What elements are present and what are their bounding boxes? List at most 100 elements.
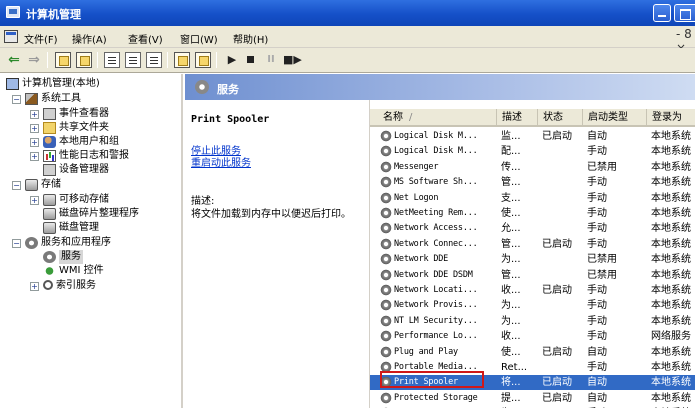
- table-row[interactable]: Network DDE 为... 已禁用 本地系统: [370, 252, 695, 267]
- menu-file[interactable]: 文件(F): [24, 31, 58, 46]
- back-arrow-icon[interactable]: ⇐: [6, 52, 22, 68]
- table-row[interactable]: Logical Disk M... 监... 已启动 自动 本地系统: [370, 129, 695, 144]
- service-gear-icon: [380, 345, 392, 358]
- table-row[interactable]: Messenger 传... 已禁用 本地系统: [370, 160, 695, 175]
- removable-storage-icon: [43, 194, 56, 206]
- restart-service-link[interactable]: 重启动此服务: [191, 154, 251, 169]
- column-header-logon[interactable]: 登录为: [647, 109, 695, 127]
- table-row[interactable]: Logical Disk M... 配... 手动 本地系统: [370, 144, 695, 159]
- service-description-cell: 为...: [501, 315, 521, 327]
- service-startup-type-cell: 已禁用: [587, 254, 617, 266]
- stop-icon[interactable]: [243, 52, 259, 68]
- expand-indexing[interactable]: +: [30, 282, 39, 291]
- tree-node-wmi[interactable]: WMI 控件: [43, 264, 104, 278]
- forward-arrow-icon[interactable]: ⇒: [26, 52, 42, 68]
- table-row[interactable]: Network Provis... 为... 手动 本地系统: [370, 298, 695, 313]
- menu-action[interactable]: 操作(A): [72, 31, 107, 46]
- expand-removable-storage[interactable]: +: [30, 196, 39, 205]
- service-gear-icon: [380, 330, 392, 343]
- tree-node-local-users[interactable]: 本地用户和组: [43, 135, 119, 149]
- tree-node-services-apps[interactable]: 服务和应用程序: [25, 236, 111, 250]
- service-startup-type-cell: 自动: [587, 131, 607, 142]
- service-logon-cell: 本地系统: [651, 146, 691, 158]
- table-row[interactable]: Network Connec... 管... 已启动 手动 本地系统: [370, 237, 695, 252]
- console-icon[interactable]: [4, 30, 18, 43]
- service-description-cell: 使...: [501, 346, 521, 358]
- service-description-cell: 支...: [501, 192, 521, 204]
- tree-node-root[interactable]: 计算机管理(本地): [6, 77, 100, 91]
- pause-icon[interactable]: II: [263, 52, 279, 68]
- list-header: 名称 / 描述 状态 启动类型 登录为: [370, 109, 695, 127]
- service-startup-type-cell: 手动: [587, 300, 607, 312]
- column-header-startup-type[interactable]: 启动类型: [583, 109, 647, 127]
- tree-node-system-tools[interactable]: 系统工具: [25, 92, 81, 106]
- table-row[interactable]: Plug and Play 使... 已启动 自动 本地系统: [370, 345, 695, 360]
- tree-node-removable-storage[interactable]: 可移动存储: [43, 193, 109, 207]
- view-icon[interactable]: [195, 52, 211, 68]
- expand-perf-logs[interactable]: +: [30, 152, 39, 161]
- table-row[interactable]: NetMeeting Rem... 使... 手动 本地系统: [370, 206, 695, 221]
- menu-view[interactable]: 查看(V): [128, 31, 163, 46]
- up-folder-icon[interactable]: [55, 52, 71, 68]
- maximize-button[interactable]: [674, 4, 695, 22]
- table-row[interactable]: Network Locati... 收... 已启动 手动 本地系统: [370, 283, 695, 298]
- expand-event-viewer[interactable]: +: [30, 110, 39, 119]
- properties-icon[interactable]: [104, 52, 120, 68]
- refresh-icon[interactable]: [174, 52, 190, 68]
- tree-node-storage[interactable]: 存储: [25, 178, 61, 192]
- service-name-text: MS Software Sh...: [394, 177, 478, 188]
- service-gear-icon: [380, 145, 392, 158]
- service-status-cell: [542, 221, 582, 236]
- restart-icon[interactable]: ■▶: [283, 52, 302, 68]
- help-icon[interactable]: [146, 52, 162, 68]
- service-name-text: Performance Lo...: [394, 331, 478, 342]
- service-gear-icon: [380, 207, 392, 219]
- column-header-status[interactable]: 状态: [538, 109, 583, 127]
- collapse-storage[interactable]: −: [12, 181, 21, 190]
- service-name-cell: Net Logon: [380, 191, 490, 206]
- tree-node-defrag[interactable]: 磁盘碎片整理程序: [43, 207, 139, 221]
- column-header-description[interactable]: 描述: [497, 109, 538, 127]
- table-row[interactable]: Network DDE DSDM 管... 已禁用 本地系统: [370, 268, 695, 283]
- tree-node-indexing[interactable]: 索引服务: [43, 279, 96, 293]
- restart-service-link-text[interactable]: 重启动此服务: [191, 158, 251, 169]
- service-name-cell: NT LM Security...: [380, 314, 490, 329]
- minimize-button[interactable]: [653, 4, 671, 22]
- table-row[interactable]: Network Access... 允... 手动 本地系统: [370, 221, 695, 236]
- service-description-cell: 将...: [501, 377, 521, 389]
- service-status-cell: [542, 191, 582, 206]
- table-row[interactable]: Performance Lo... 收... 手动 网络服务: [370, 329, 695, 344]
- tree-node-event-viewer[interactable]: 事件查看器: [43, 107, 109, 121]
- tree-node-disk-management[interactable]: 磁盘管理: [43, 221, 99, 235]
- service-name-cell: Performance Lo...: [380, 329, 490, 344]
- service-gear-icon: [380, 314, 392, 327]
- column-name-label: 名称: [383, 112, 403, 123]
- service-description-cell: 收...: [501, 285, 521, 296]
- service-name-cell: NetMeeting Rem...: [380, 206, 490, 221]
- table-row[interactable]: MS Software Sh... 管... 手动 本地系统: [370, 175, 695, 190]
- service-gear-icon: [380, 160, 392, 173]
- expand-shared-folders[interactable]: +: [30, 124, 39, 133]
- table-row[interactable]: Protected Storage 提... 已启动 自动 本地系统: [370, 391, 695, 406]
- menu-window[interactable]: 窗口(W): [180, 31, 218, 46]
- show-hide-tree-icon[interactable]: [76, 52, 92, 68]
- service-description-cell: 允...: [501, 223, 521, 235]
- highlight-annotation: [380, 371, 484, 388]
- service-status-cell: 已启动: [542, 131, 572, 142]
- play-icon[interactable]: ▶: [224, 52, 240, 68]
- expand-local-users[interactable]: +: [30, 138, 39, 147]
- tree-node-device-manager[interactable]: 设备管理器: [43, 163, 109, 177]
- service-status-cell: [542, 298, 582, 313]
- tree-node-perf-logs[interactable]: 性能日志和警报: [43, 149, 129, 163]
- tree-node-shared-folders[interactable]: 共享文件夹: [43, 121, 109, 135]
- service-status-cell: 已启动: [542, 346, 572, 358]
- tree-node-services[interactable]: 服务: [43, 250, 83, 264]
- table-row[interactable]: NT LM Security... 为... 手动 本地系统: [370, 314, 695, 329]
- collapse-system-tools[interactable]: −: [12, 95, 21, 104]
- table-row[interactable]: Net Logon 支... 手动 本地系统: [370, 191, 695, 206]
- column-header-name[interactable]: 名称 /: [370, 109, 497, 127]
- collapse-services-apps[interactable]: −: [12, 239, 21, 248]
- service-name-cell: Logical Disk M...: [380, 144, 490, 159]
- export-list-icon[interactable]: [125, 52, 141, 68]
- menu-help[interactable]: 帮助(H): [233, 31, 268, 46]
